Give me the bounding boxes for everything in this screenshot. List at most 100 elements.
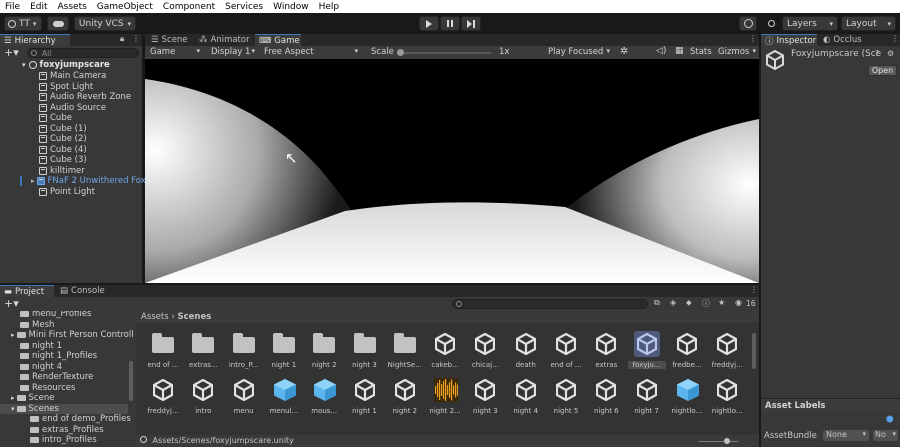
folder-item[interactable]: night 4 — [20, 362, 62, 373]
hierarchy-item-point-light[interactable]: Point Light — [39, 187, 95, 198]
hierarchy-item-audio-reverb-zone[interactable]: Audio Reverb Zone — [39, 92, 131, 103]
tag-icon[interactable]: ⬥ — [686, 298, 692, 308]
hidden-packages-icon[interactable]: ◉ — [735, 298, 742, 307]
menu-help[interactable]: Help — [314, 2, 345, 12]
folder-item[interactable]: night 1 — [20, 341, 62, 352]
tag-icon[interactable]: ⬢ — [886, 415, 894, 425]
tab-project[interactable]: ▬ Project — [0, 285, 54, 297]
menu-edit[interactable]: Edit — [25, 2, 52, 12]
asset-item[interactable]: NightSe... — [386, 331, 424, 375]
play-button[interactable] — [419, 16, 439, 31]
asset-item[interactable]: night 2 — [386, 377, 424, 421]
folder-item-scenes[interactable]: ▾ Scenes — [11, 404, 59, 415]
scale-slider-handle[interactable] — [397, 49, 404, 56]
breadcrumb-root[interactable]: Assets — [141, 312, 169, 322]
hierarchy-item-cube-4[interactable]: Cube (4) — [39, 145, 87, 156]
more-options-icon[interactable]: ⋮ — [891, 34, 899, 43]
asset-item[interactable]: night 3 — [346, 331, 384, 375]
asset-item[interactable]: night 2... — [426, 377, 464, 421]
game-mode-dropdown[interactable]: Game ▾ — [147, 47, 203, 58]
tab-console[interactable]: ▤ Console — [56, 285, 108, 297]
asset-item[interactable]: night 1 — [265, 331, 303, 375]
vcs-dropdown[interactable]: Unity VCS ▾ — [74, 16, 136, 31]
asset-bundle-dropdown[interactable]: None ▾ — [823, 430, 869, 441]
asset-item[interactable]: night 7 — [628, 377, 666, 421]
hierarchy-item-foxy[interactable]: ▸ FNaF 2 Unwithered Foxy — [31, 176, 151, 187]
hierarchy-item-cube[interactable]: Cube — [39, 113, 72, 124]
asset-item[interactable]: night 2 — [305, 331, 343, 375]
bug-icon[interactable]: ✲ — [620, 46, 628, 57]
asset-item[interactable]: menu — [225, 377, 263, 421]
menu-services[interactable]: Services — [220, 2, 268, 12]
asset-variant-dropdown[interactable]: No ▾ — [873, 430, 898, 441]
scene-root-item[interactable]: ▾ foxyjumpscare — [22, 60, 110, 71]
icon-size-slider[interactable] — [698, 438, 738, 444]
asset-item[interactable]: end of ... — [547, 331, 585, 375]
asset-item[interactable]: night 5 — [547, 377, 585, 421]
hierarchy-search-input[interactable]: All — [27, 48, 139, 58]
open-button[interactable]: Open — [868, 65, 897, 76]
menu-gameobject[interactable]: GameObject — [92, 2, 158, 12]
account-dropdown[interactable]: TT ▾ — [4, 16, 42, 31]
scale-slider[interactable] — [397, 49, 491, 56]
folder-tree-scrollbar[interactable] — [129, 361, 133, 401]
search-button[interactable] — [763, 16, 779, 31]
tab-occlusion[interactable]: ◐ Occlus — [819, 34, 879, 46]
history-button[interactable] — [739, 16, 757, 31]
asset-item[interactable]: mous... — [305, 377, 343, 421]
hierarchy-item-cube-3[interactable]: Cube (3) — [39, 155, 87, 166]
asset-item[interactable]: night 6 — [587, 377, 625, 421]
folder-item[interactable]: end of demo_Profiles — [30, 414, 131, 425]
mute-audio-icon[interactable]: ◁) — [656, 46, 666, 56]
asset-item[interactable]: death — [507, 331, 545, 375]
play-mode-dropdown[interactable]: Play Focused ▾ — [545, 47, 613, 58]
hierarchy-item-cube-1[interactable]: Cube (1) — [39, 124, 87, 135]
add-icon[interactable]: +▾ — [4, 46, 19, 59]
asset-item[interactable]: nightlo... — [708, 377, 746, 421]
add-icon[interactable]: +▾ — [4, 297, 19, 310]
hierarchy-item-audio-source[interactable]: Audio Source — [39, 103, 106, 114]
asset-item[interactable]: fredbe... — [668, 331, 706, 375]
display-dropdown[interactable]: Display 1 ▾ — [208, 47, 258, 58]
game-viewport[interactable]: ↖ — [145, 59, 759, 283]
search-by-label-icon[interactable]: ◈ — [670, 298, 676, 307]
asset-item[interactable]: menul... — [265, 377, 303, 421]
asset-item[interactable]: night 3 — [466, 377, 504, 421]
folder-item[interactable]: intro_Profiles — [30, 435, 97, 446]
star-icon[interactable]: ★ — [718, 298, 725, 307]
menu-file[interactable]: File — [0, 2, 25, 12]
folder-item[interactable]: ▸ Scene — [11, 393, 54, 404]
step-button[interactable] — [461, 16, 481, 31]
asset-item[interactable]: freddyj... — [144, 377, 182, 421]
more-options-icon[interactable]: ⋮ — [132, 34, 140, 43]
help-icon[interactable]: ? — [875, 49, 879, 58]
folder-item[interactable]: ▸ Mini First Person Controlle — [11, 330, 134, 341]
folder-item[interactable]: Resources — [20, 383, 75, 394]
info-icon[interactable]: ⓘ — [702, 298, 710, 309]
cloud-button[interactable] — [47, 16, 69, 31]
hierarchy-item-spot-light[interactable]: Spot Light — [39, 82, 93, 93]
aspect-dropdown[interactable]: Free Aspect ▾ — [261, 47, 361, 58]
folder-item[interactable]: menu_Profiles — [20, 311, 91, 320]
search-by-type-icon[interactable]: ⧉ — [654, 298, 660, 308]
menu-window[interactable]: Window — [268, 2, 314, 12]
asset-item[interactable]: intro_P... — [225, 331, 263, 375]
settings-icon[interactable]: ⚙ — [887, 49, 894, 58]
asset-item[interactable]: extras — [587, 331, 625, 375]
asset-item[interactable]: chicaj... — [466, 331, 504, 375]
asset-item[interactable]: intro — [184, 377, 222, 421]
asset-item[interactable]: nightlo... — [668, 377, 706, 421]
asset-item[interactable]: freddyj... — [708, 331, 746, 375]
gizmos-dropdown[interactable]: Gizmos ▾ — [716, 47, 758, 58]
more-options-icon[interactable]: ⋮ — [749, 34, 757, 43]
asset-item[interactable]: foxyju... — [627, 331, 666, 375]
pause-button[interactable] — [440, 16, 460, 31]
folder-item[interactable]: extras_Profiles — [30, 425, 104, 436]
asset-item[interactable]: night 1 — [346, 377, 384, 421]
asset-item[interactable]: night 4 — [507, 377, 545, 421]
folder-item[interactable]: RenderTexture — [20, 372, 93, 383]
menu-component[interactable]: Component — [158, 2, 220, 12]
tab-inspector[interactable]: ⓘ Inspector — [761, 34, 817, 47]
layout-dropdown[interactable]: Layout ▾ — [841, 16, 896, 31]
folder-item[interactable]: night 1_Profiles — [20, 351, 97, 362]
